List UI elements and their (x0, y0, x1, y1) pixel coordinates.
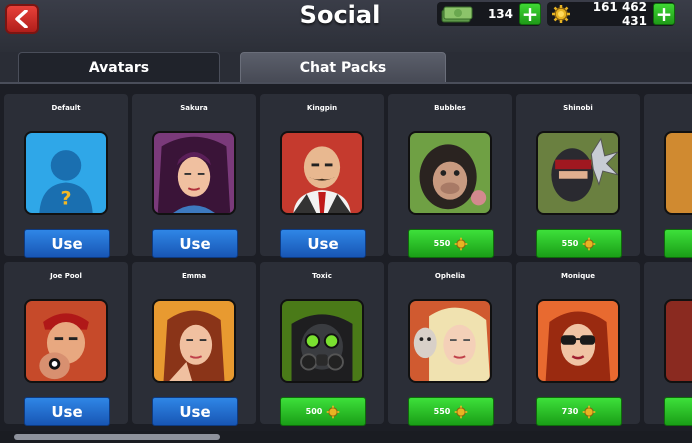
scrollbar-thumb[interactable] (14, 434, 220, 440)
buy-button[interactable]: 550 (408, 397, 494, 426)
kingpin-avatar (280, 131, 364, 215)
bubbles-avatar (408, 131, 492, 215)
buy-button[interactable]: 500 (280, 397, 366, 426)
avatar-grid: Default ? Use Sakura Use Kingpin Use Bub… (0, 84, 692, 431)
svg-text:?: ? (60, 187, 71, 209)
avatar-card-partial[interactable] (644, 94, 692, 258)
add-coins-button[interactable]: + (653, 3, 675, 25)
price-label: 730 (561, 407, 579, 416)
avatar-card-kingpin[interactable]: Kingpin Use (260, 94, 384, 258)
price-label: 550 (561, 239, 579, 248)
partial-avatar (664, 131, 692, 215)
ophelia-avatar (408, 299, 492, 383)
price-label: 550 (433, 239, 451, 248)
avatar-name: Toxic (312, 272, 332, 280)
avatar-name: Monique (561, 272, 595, 280)
chevron-left-icon (15, 10, 28, 28)
avatar-card-bubbles[interactable]: Bubbles 550 (388, 94, 512, 258)
use-button[interactable]: Use (24, 397, 110, 426)
avatar-card-toxic[interactable]: Toxic 500 (260, 262, 384, 426)
avatar-card-emma[interactable]: Emma Use (132, 262, 256, 426)
avatar-name: Default (51, 104, 81, 112)
avatar-name: Sakura (180, 104, 208, 112)
use-button[interactable]: Use (280, 229, 366, 258)
avatar-card-ophelia[interactable]: Ophelia 550 (388, 262, 512, 426)
back-button[interactable] (5, 4, 39, 34)
sakura-avatar (152, 131, 236, 215)
coin-icon (327, 405, 340, 418)
joe-pool-avatar (24, 299, 108, 383)
cash-value: 134 (487, 7, 513, 21)
toxic-avatar (280, 299, 364, 383)
avatar-card-sakura[interactable]: Sakura Use (132, 94, 256, 258)
use-button[interactable]: Use (24, 229, 110, 258)
avatar-name: Kingpin (306, 104, 338, 112)
partial-avatar (664, 299, 692, 383)
page-title: Social (299, 1, 381, 29)
use-button[interactable]: Use (152, 229, 238, 258)
coin-icon (583, 405, 596, 418)
buy-button[interactable]: 730 (536, 397, 622, 426)
avatar-name: Shinobi (563, 104, 593, 112)
buy-button[interactable]: 550 (408, 229, 494, 258)
coins-counter: 161 462 431 + (547, 0, 675, 28)
coin-icon (583, 237, 596, 250)
avatar-name: Emma (181, 272, 207, 280)
buy-button[interactable]: 550 (536, 229, 622, 258)
price-label: 500 (305, 407, 323, 416)
buy-button[interactable] (664, 229, 692, 258)
coins-value: 161 462 431 (592, 0, 647, 28)
avatar-name: Joe Pool (50, 272, 82, 280)
tab-avatars[interactable]: Avatars (18, 52, 220, 83)
shinobi-avatar (536, 131, 620, 215)
coin-icon (455, 405, 468, 418)
horizontal-scrollbar[interactable] (0, 431, 692, 443)
avatar-name: Ophelia (434, 272, 466, 280)
avatar-card-default[interactable]: Default ? Use (4, 94, 128, 258)
avatar-card-shinobi[interactable]: Shinobi 550 (516, 94, 640, 258)
avatar-card-partial[interactable] (644, 262, 692, 426)
monique-avatar (536, 299, 620, 383)
buy-button[interactable] (664, 397, 692, 426)
add-cash-button[interactable]: + (519, 3, 541, 25)
avatar-card-monique[interactable]: Monique 730 (516, 262, 640, 426)
cash-counter: 134 + (437, 2, 541, 26)
price-label: 550 (433, 407, 451, 416)
coin-icon (551, 4, 571, 24)
cash-icon (439, 4, 475, 24)
tab-chat-packs[interactable]: Chat Packs (240, 52, 446, 83)
use-button[interactable]: Use (152, 397, 238, 426)
avatar-name: Bubbles (434, 104, 466, 112)
coin-icon (455, 237, 468, 250)
emma-avatar (152, 299, 236, 383)
avatar-card-joe-pool[interactable]: Joe Pool Use (4, 262, 128, 426)
default-silhouette-icon: ? (24, 131, 108, 215)
